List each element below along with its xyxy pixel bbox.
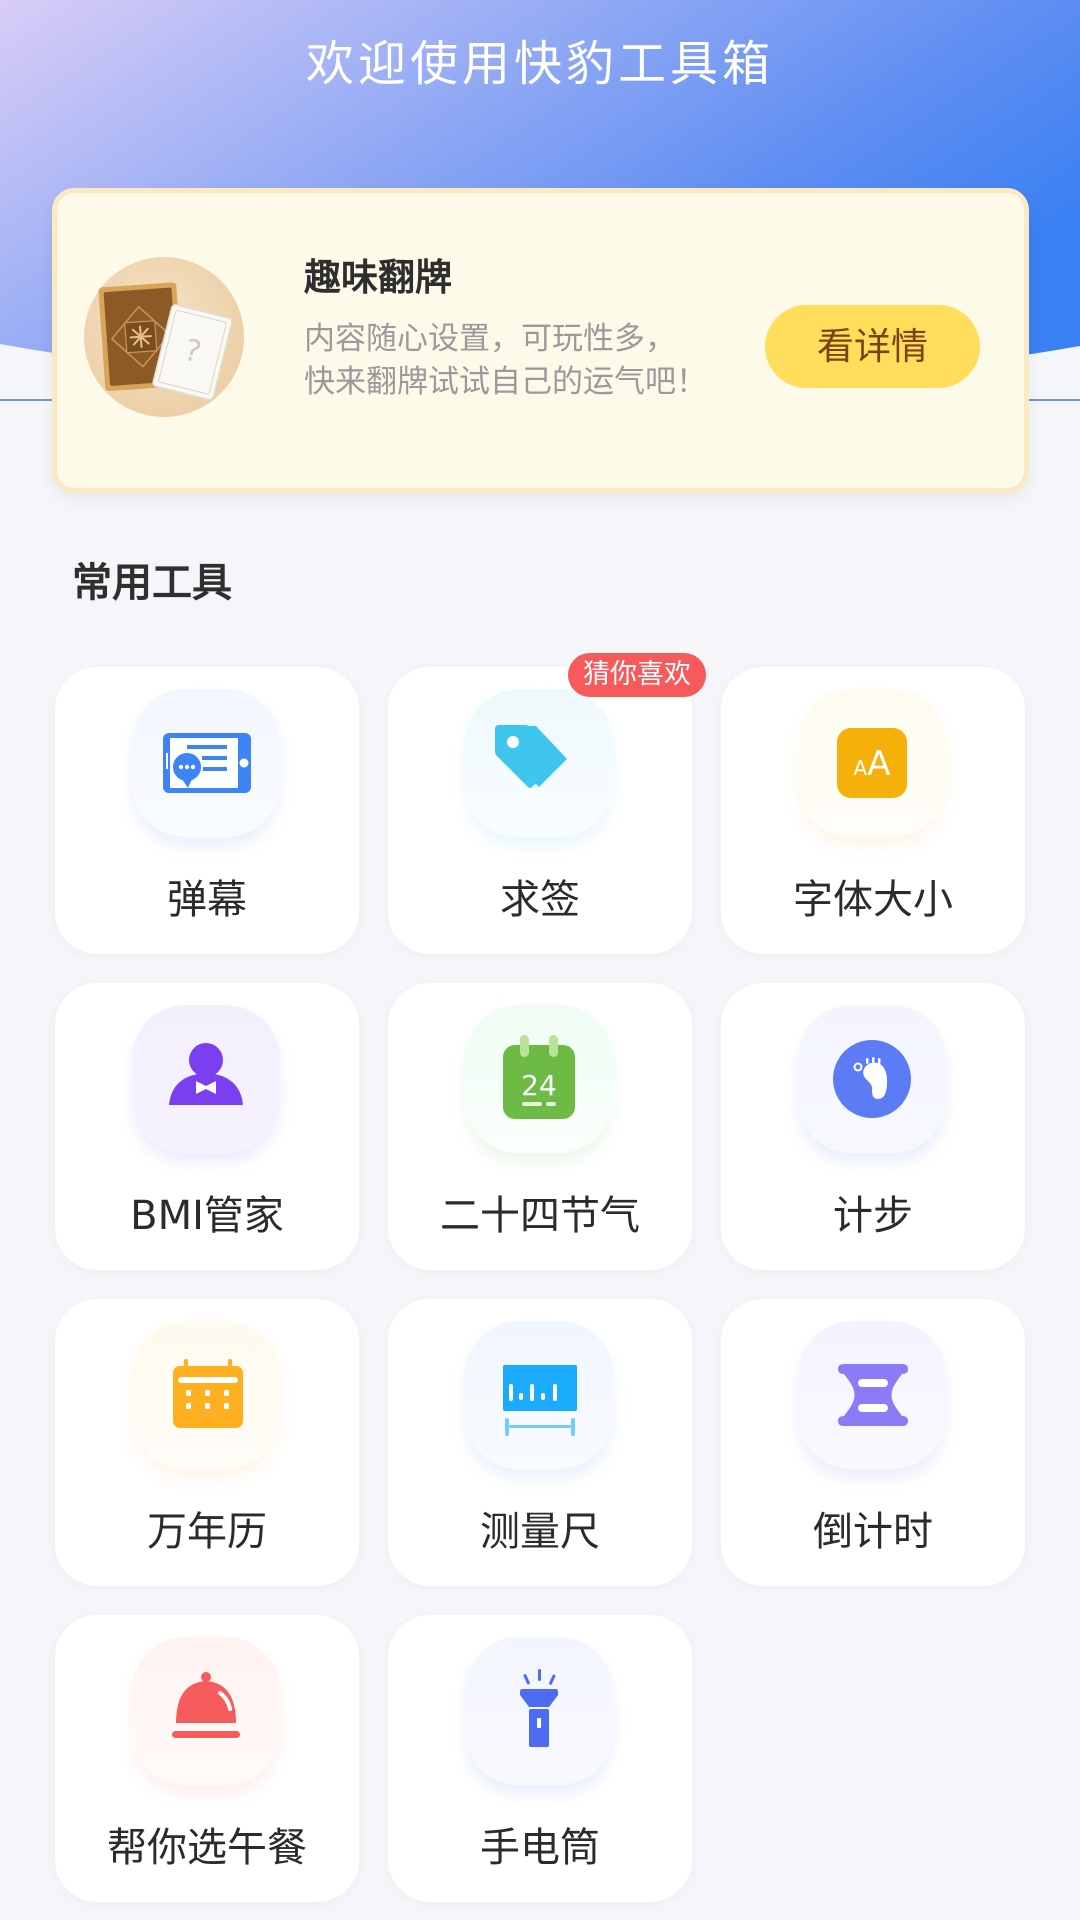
flip-cards-illustration: ? (84, 257, 244, 417)
calendar-icon (173, 1359, 243, 1428)
tool-perpetual-calendar[interactable]: 万年历 (55, 1299, 359, 1586)
tool-pedometer[interactable]: 计步 (721, 983, 1025, 1270)
calendar-24-icon: 24 (503, 1035, 575, 1119)
font-size-icon-text: A (854, 756, 868, 780)
tool-label: 测量尺 (480, 1509, 600, 1555)
tag-icon (495, 725, 567, 788)
icon-tile (465, 1321, 613, 1469)
tool-label: 二十四节气 (440, 1193, 640, 1239)
tool-solar-terms[interactable]: 24 二十四节气 (388, 983, 692, 1270)
footprint-icon (833, 1040, 911, 1118)
section-title: 常用工具 (72, 560, 232, 606)
font-size-icon: AA (837, 728, 907, 798)
tool-label: 字体大小 (793, 877, 953, 923)
banner-description-line: 快来翻牌试试自己的运气吧！ (304, 364, 707, 400)
tool-label: 弹幕 (167, 877, 247, 923)
icon-tile (465, 1637, 613, 1785)
banner-description: 内容随心设置，可玩性多， 快来翻牌试试自己的运气吧！ (304, 318, 744, 404)
danmaku-phone-icon (163, 733, 251, 793)
icon-tile (798, 1005, 946, 1153)
icon-tile (798, 1321, 946, 1469)
icon-tile (132, 689, 280, 837)
tool-label: 万年历 (147, 1509, 267, 1555)
font-size-icon-text: A (867, 744, 890, 784)
person-bowtie-icon (169, 1043, 243, 1105)
tool-lunch-picker[interactable]: 帮你选午餐 (55, 1615, 359, 1902)
icon-tile (132, 1005, 280, 1153)
ruler-icon (503, 1365, 577, 1436)
tool-flashlight[interactable]: 手电筒 (388, 1615, 692, 1902)
tool-label: BMI管家 (130, 1193, 284, 1239)
tool-label: 手电筒 (480, 1825, 600, 1871)
icon-tile: AA (798, 689, 946, 837)
hourglass-icon (838, 1364, 908, 1426)
tool-ruler[interactable]: 测量尺 (388, 1299, 692, 1586)
tool-countdown[interactable]: 倒计时 (721, 1299, 1025, 1586)
icon-tile (465, 689, 613, 837)
food-cloche-icon (172, 1672, 240, 1738)
icon-tile (132, 1637, 280, 1785)
tool-label: 帮你选午餐 (107, 1825, 307, 1871)
tool-font-size[interactable]: AA 字体大小 (721, 667, 1025, 954)
flashlight-icon (520, 1669, 558, 1747)
tool-fortune[interactable]: 求签 (388, 667, 692, 954)
banner-description-line: 内容随心设置，可玩性多， (304, 321, 676, 357)
tool-label: 求签 (500, 877, 580, 923)
tool-bmi[interactable]: BMI管家 (55, 983, 359, 1270)
calendar-24-icon-text: 24 (521, 1069, 557, 1102)
tool-label: 倒计时 (813, 1509, 933, 1555)
view-details-button[interactable]: 看详情 (765, 305, 980, 388)
icon-tile: 24 (465, 1005, 613, 1153)
icon-tile (132, 1321, 280, 1469)
banner-title: 趣味翻牌 (304, 256, 452, 299)
tool-label: 计步 (833, 1193, 913, 1239)
tool-danmaku[interactable]: 弹幕 (55, 667, 359, 954)
page-title: 欢迎使用快豹工具箱 (305, 36, 774, 92)
flip-card-banner[interactable]: ? 趣味翻牌 内容随心设置，可玩性多， 快来翻牌试试自己的运气吧！ 看详情 (52, 188, 1029, 493)
recommend-badge: 猜你喜欢 (568, 653, 706, 697)
